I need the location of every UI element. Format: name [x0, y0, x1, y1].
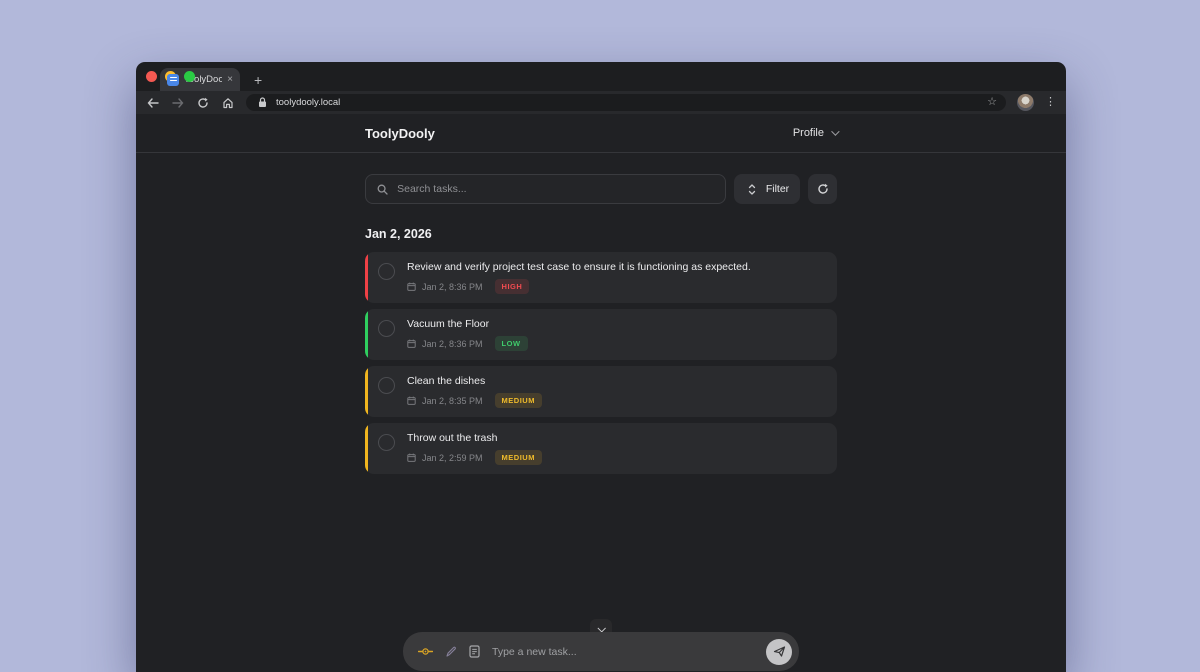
pen-icon[interactable]: [445, 646, 457, 658]
desktop-background: ToolyDooly × + toolydooly.local: [0, 0, 1200, 672]
app-title: ToolyDooly: [365, 126, 435, 141]
chevron-down-icon: [831, 127, 839, 135]
task-checkbox[interactable]: [378, 263, 395, 280]
task-checkbox[interactable]: [378, 320, 395, 337]
profile-menu[interactable]: Profile: [793, 127, 837, 139]
composer-bar: [403, 632, 799, 671]
calendar-icon: [407, 453, 416, 462]
list-controls: Filter: [365, 174, 837, 204]
task-card[interactable]: Vacuum the Floor Jan 2, 8:36 PM LOW: [365, 309, 837, 360]
profile-label: Profile: [793, 127, 824, 139]
priority-accent-bar: [365, 252, 368, 303]
home-icon[interactable]: [221, 96, 235, 110]
priority-badge: MEDIUM: [495, 393, 542, 408]
task-checkbox[interactable]: [378, 434, 395, 451]
calendar-icon: [407, 396, 416, 405]
page-content: ToolyDooly Profile: [136, 114, 1066, 672]
search-box[interactable]: [365, 174, 726, 204]
filter-label: Filter: [766, 183, 789, 195]
search-icon: [376, 182, 389, 196]
reload-icon[interactable]: [196, 96, 210, 110]
new-task-composer: [403, 632, 799, 671]
priority-tune-icon[interactable]: [418, 647, 433, 656]
task-time: Jan 2, 8:36 PM: [422, 339, 483, 349]
date-group-heading: Jan 2, 2026: [365, 227, 837, 241]
task-cards: Review and verify project test case to e…: [365, 252, 837, 474]
calendar-icon: [407, 282, 416, 291]
priority-accent-bar: [365, 309, 368, 360]
task-card[interactable]: Review and verify project test case to e…: [365, 252, 837, 303]
send-button[interactable]: [766, 639, 792, 665]
back-icon[interactable]: [146, 96, 160, 110]
site-favicon-icon: [167, 74, 179, 86]
task-time: Jan 2, 2:59 PM: [422, 453, 483, 463]
site-header: ToolyDooly Profile: [136, 114, 1066, 153]
browser-toolbar: toolydooly.local ☆ ⋮: [136, 91, 1066, 114]
task-checkbox[interactable]: [378, 377, 395, 394]
browser-menu-icon[interactable]: ⋮: [1045, 97, 1056, 108]
close-window-button[interactable]: [146, 71, 157, 82]
address-bar[interactable]: toolydooly.local ☆: [246, 94, 1006, 111]
task-card[interactable]: Clean the dishes Jan 2, 8:35 PM MEDIUM: [365, 366, 837, 417]
search-input[interactable]: [397, 183, 715, 195]
priority-badge: MEDIUM: [495, 450, 542, 465]
new-task-input[interactable]: [492, 646, 754, 658]
tab-close-icon[interactable]: ×: [227, 75, 233, 85]
maximize-window-button[interactable]: [184, 71, 195, 82]
priority-badge: LOW: [495, 336, 528, 351]
priority-accent-bar: [365, 366, 368, 417]
task-card[interactable]: Throw out the trash Jan 2, 2:59 PM MEDIU…: [365, 423, 837, 474]
bookmark-star-icon[interactable]: ☆: [987, 97, 997, 108]
refresh-icon: [816, 182, 830, 196]
task-title: Vacuum the Floor: [407, 318, 823, 330]
priority-badge: HIGH: [495, 279, 530, 294]
note-icon[interactable]: [469, 645, 480, 658]
calendar-icon: [407, 339, 416, 348]
url-text: toolydooly.local: [276, 97, 980, 108]
task-list-section: Filter Jan 2, 2026 Review and ver: [365, 153, 837, 480]
forward-icon[interactable]: [171, 96, 185, 110]
refresh-button[interactable]: [808, 174, 837, 204]
sort-icon: [745, 182, 759, 196]
browser-window: ToolyDooly × + toolydooly.local: [136, 62, 1066, 672]
filter-button[interactable]: Filter: [734, 174, 800, 204]
lock-icon: [255, 96, 269, 110]
task-title: Review and verify project test case to e…: [407, 261, 823, 273]
new-tab-button[interactable]: +: [254, 73, 262, 87]
task-time: Jan 2, 8:35 PM: [422, 396, 483, 406]
browser-profile-avatar[interactable]: [1017, 94, 1034, 111]
browser-tab-strip: ToolyDooly × +: [136, 62, 1066, 91]
task-title: Clean the dishes: [407, 375, 823, 387]
send-plane-icon: [773, 645, 786, 658]
task-time: Jan 2, 8:36 PM: [422, 282, 483, 292]
task-title: Throw out the trash: [407, 432, 823, 444]
priority-accent-bar: [365, 423, 368, 474]
